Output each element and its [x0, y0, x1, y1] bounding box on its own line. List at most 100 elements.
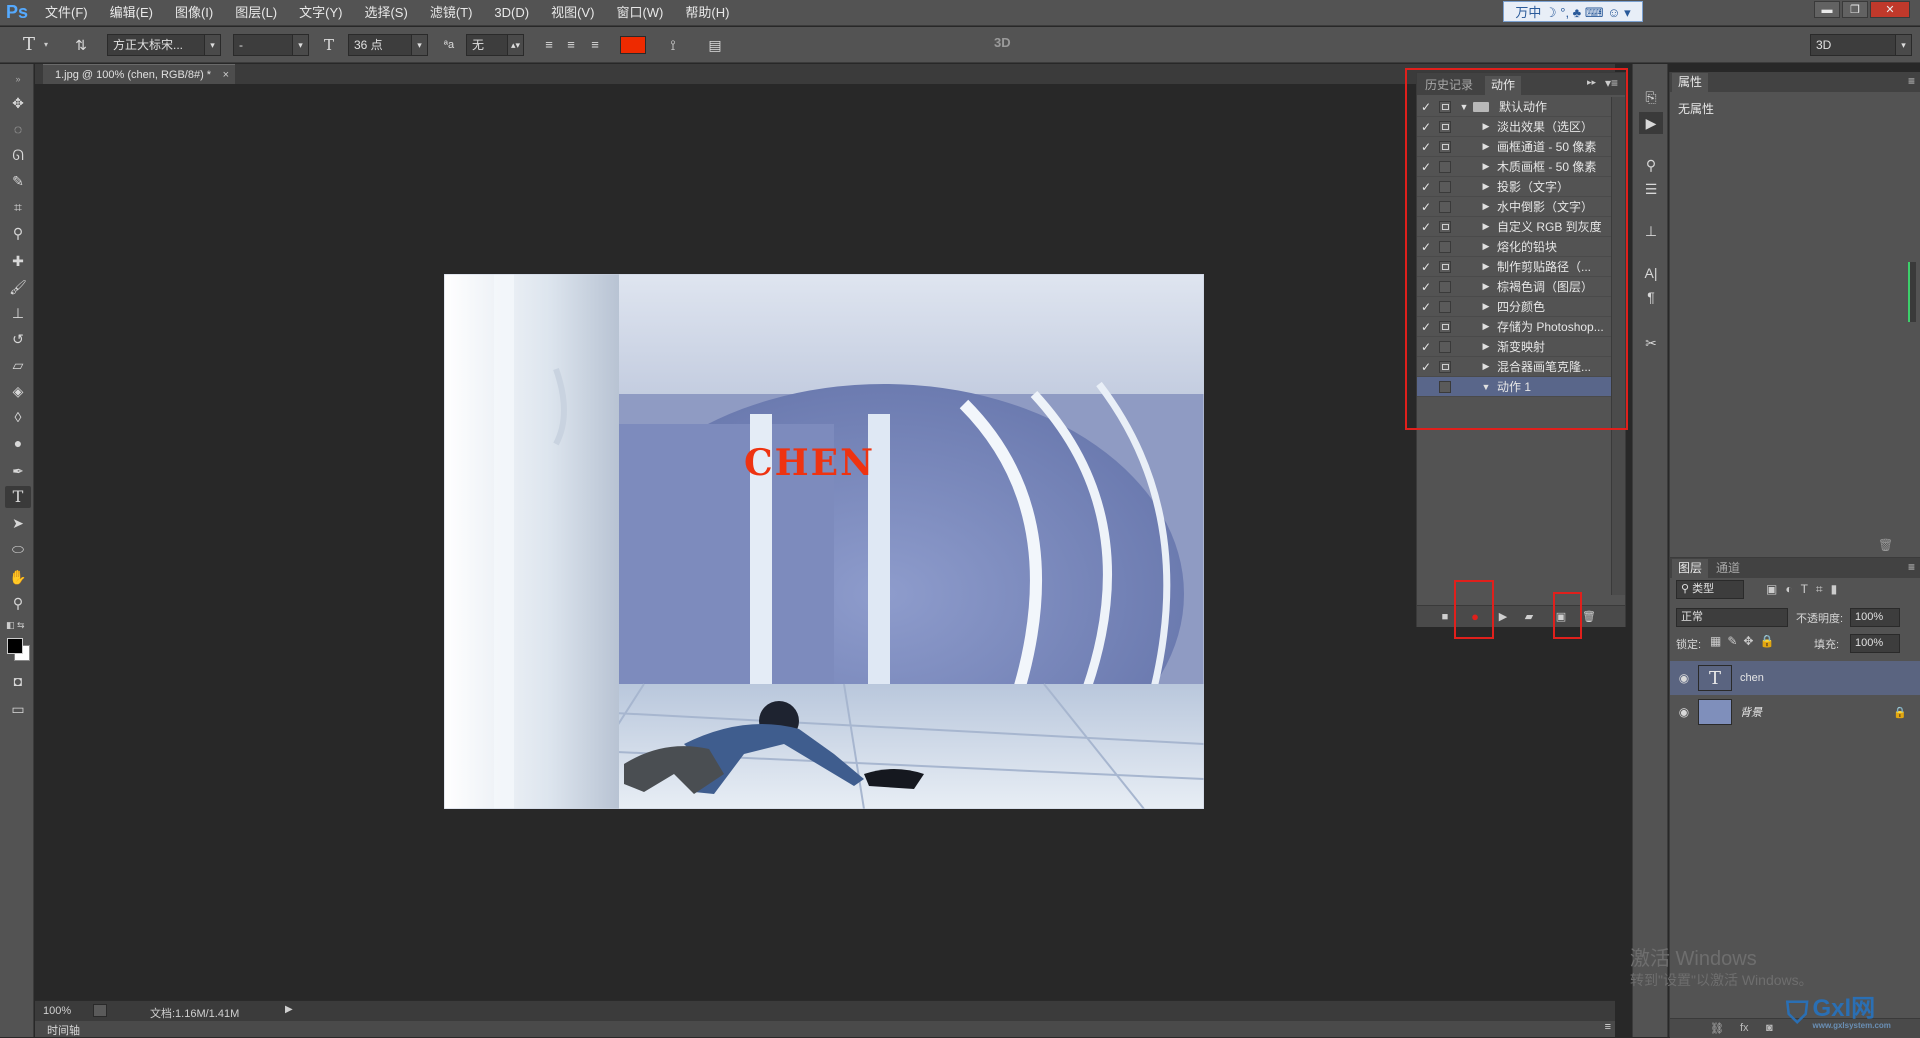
ellipse-tool-icon[interactable]: ⬭ [5, 538, 31, 560]
paragraph-panel-icon[interactable]: ¶ [1639, 286, 1663, 308]
menu-help[interactable]: 帮助(H) [674, 0, 740, 26]
quick-select-tool-icon[interactable]: ✎ [5, 170, 31, 192]
character-panel-icon[interactable]: A| [1639, 262, 1663, 284]
menu-edit[interactable]: 编辑(E) [99, 0, 164, 26]
restore-button[interactable]: ❐ [1842, 1, 1868, 18]
menu-window[interactable]: 窗口(W) [605, 0, 674, 26]
menu-file[interactable]: 文件(F) [34, 0, 99, 26]
layer-filter-icons[interactable]: ▣◐T⌗▮ [1766, 582, 1845, 597]
marquee-tool-icon[interactable]: ◌ [5, 118, 31, 140]
healing-brush-tool-icon[interactable]: ✚ [5, 250, 31, 272]
fill-input[interactable]: 100% [1850, 634, 1900, 653]
status-info-icon[interactable] [93, 1004, 107, 1017]
blend-mode-select[interactable]: 正常 [1676, 608, 1788, 627]
character-panel-icon[interactable]: ▤ [704, 34, 726, 56]
timeline-panel-tab[interactable]: 时间轴 ≡ [35, 1021, 1615, 1037]
foreground-color-swatch[interactable] [7, 638, 23, 654]
toggle-text-orientation-icon[interactable]: ⇅ [70, 34, 92, 56]
align-center-icon[interactable]: ≡ [560, 34, 582, 56]
tool-presets-icon[interactable]: ✂ [1639, 332, 1663, 354]
collapse-toolbar-icon[interactable]: » [5, 68, 31, 90]
menu-select[interactable]: 选择(S) [353, 0, 418, 26]
screen-mode-icon[interactable]: ▭ [5, 698, 31, 720]
eraser-tool-icon[interactable]: ▱ [5, 354, 31, 376]
layer-row-chen[interactable]: ◉ T chen [1670, 661, 1920, 695]
layer-name[interactable]: 背景 [1740, 704, 1762, 720]
dodge-tool-icon[interactable]: ● [5, 432, 31, 454]
history-brush-tool-icon[interactable]: ↺ [5, 328, 31, 350]
text-color-swatch[interactable] [620, 36, 646, 54]
eye-icon[interactable]: ◉ [1670, 671, 1698, 685]
status-menu-arrow-icon[interactable]: ▶ [285, 1004, 293, 1015]
type-tool-icon[interactable]: T [5, 486, 31, 508]
align-left-icon[interactable]: ≡ [538, 34, 560, 56]
link-layers-icon[interactable]: ⛓ [1710, 1022, 1724, 1035]
mask-icon[interactable]: ◙ [1766, 1022, 1773, 1034]
warp-text-icon[interactable]: ⟟ [662, 34, 684, 56]
workspace-select[interactable]: 3D ▾ [1810, 34, 1912, 56]
font-style-select[interactable]: - ▾ [233, 34, 309, 56]
crop-tool-icon[interactable]: ⌗ [5, 196, 31, 218]
clone-source-icon[interactable]: ⊥ [1639, 220, 1663, 242]
layer-filter-select[interactable]: ⚲ 类型 [1676, 580, 1744, 599]
play-button[interactable]: ▶ [1495, 609, 1511, 625]
eye-icon[interactable]: ◉ [1670, 705, 1698, 719]
history-panel-icon[interactable]: ⎘ [1639, 86, 1663, 108]
brush-presets-icon[interactable]: ☰ [1639, 178, 1663, 200]
menu-3d[interactable]: 3D(D) [483, 0, 540, 26]
tab-channels[interactable]: 通道 [1710, 559, 1746, 578]
no-properties-text: 无属性 [1678, 102, 1715, 116]
zoom-level[interactable]: 100% [43, 1005, 71, 1017]
pen-tool-icon[interactable]: ✒ [5, 460, 31, 482]
brush-tool-icon[interactable]: 🖌 [5, 276, 31, 298]
close-icon[interactable]: × [223, 65, 229, 85]
tab-properties[interactable]: 属性 [1672, 73, 1709, 92]
actions-panel-icon[interactable]: ▶ [1639, 112, 1663, 134]
quick-mask-icon[interactable]: ◘ [5, 670, 31, 692]
brush-panel-icon[interactable]: ⚲ [1639, 154, 1663, 176]
menu-layer[interactable]: 图层(L) [224, 0, 288, 26]
menu-type[interactable]: 文字(Y) [288, 0, 353, 26]
zoom-tool-icon[interactable]: ⚲ [5, 592, 31, 614]
move-tool-icon[interactable]: ✥ [5, 92, 31, 114]
properties-scrollbar[interactable] [1908, 262, 1916, 322]
layer-name[interactable]: chen [1740, 672, 1764, 684]
new-set-folder-icon[interactable]: ▰ [1521, 609, 1537, 625]
close-window-button[interactable]: ✕ [1870, 1, 1910, 18]
anti-alias-select[interactable]: 无 ▴▾ [466, 34, 524, 56]
document-image[interactable]: CHEN [444, 274, 1204, 809]
menu-view[interactable]: 视图(V) [540, 0, 605, 26]
document-tab[interactable]: 1.jpg @ 100% (chen, RGB/8#) * × [43, 64, 236, 85]
trash-icon[interactable]: 🗑 [1878, 538, 1893, 552]
minimize-button[interactable]: ▬ [1814, 1, 1840, 18]
delete-action-icon[interactable]: 🗑 [1581, 609, 1597, 625]
lock-icons[interactable]: ▦✎✥🔒 [1710, 634, 1780, 648]
panel-menu-icon[interactable]: ≡ [1908, 74, 1915, 88]
eyedropper-tool-icon[interactable]: ⚲ [5, 222, 31, 244]
align-right-icon[interactable]: ≡ [584, 34, 606, 56]
properties-tabs: 属性 ≡ [1670, 72, 1920, 92]
font-family-select[interactable]: 方正大标宋... ▾ [107, 34, 221, 56]
blur-tool-icon[interactable]: ◊ [5, 406, 31, 428]
stop-button[interactable]: ■ [1437, 609, 1453, 625]
layer-row-background[interactable]: ◉ 背景 🔒 [1670, 695, 1920, 729]
type-tool-preset-icon[interactable]: T [18, 34, 40, 56]
panel-menu-icon[interactable]: ≡ [1908, 560, 1915, 574]
preset-caret-icon[interactable]: ▾ [44, 40, 48, 49]
layer-style-icon[interactable]: fx [1740, 1022, 1749, 1034]
menu-filter[interactable]: 滤镜(T) [419, 0, 484, 26]
clone-stamp-tool-icon[interactable]: ⊥ [5, 302, 31, 324]
ime-toolbar[interactable]: 万中 ☽ °, ♣ ⌨ ☺ ▾ [1503, 1, 1643, 22]
menu-image[interactable]: 图像(I) [164, 0, 224, 26]
tab-layers[interactable]: 图层 [1672, 559, 1709, 578]
panel-menu-icon[interactable]: ≡ [1605, 1021, 1611, 1033]
hand-tool-icon[interactable]: ✋ [5, 566, 31, 588]
paint-bucket-tool-icon[interactable]: ◈ [5, 380, 31, 402]
lasso-tool-icon[interactable]: ᘏ [5, 144, 31, 166]
opacity-input[interactable]: 100% [1850, 608, 1900, 627]
path-select-tool-icon[interactable]: ➤ [5, 512, 31, 534]
chen-text-layer[interactable]: CHEN [744, 442, 875, 484]
default-colors-icon[interactable]: ◧ ⇆ [6, 620, 25, 631]
font-size-select[interactable]: 36 点 ▾ [348, 34, 428, 56]
photo-scene [444, 274, 1204, 809]
